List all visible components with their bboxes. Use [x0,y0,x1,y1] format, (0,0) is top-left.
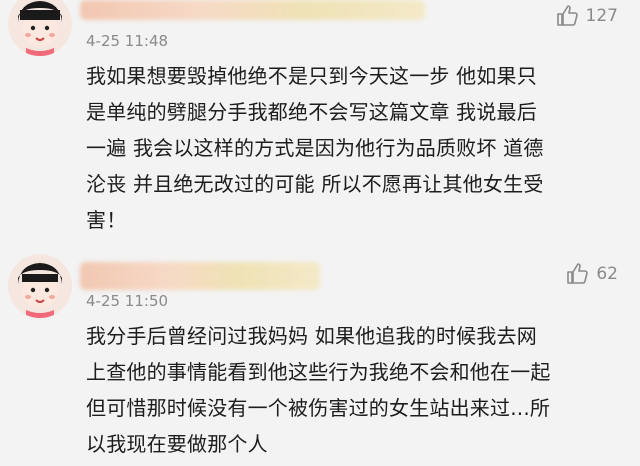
comment-line: 但可惜那时候没有一个被伤害过的女生站出来过...所 [86,396,551,420]
comment-line: 我如果想要毁掉他绝不是只到今天这一步 他如果只 [86,64,537,88]
like-button[interactable]: 62 [566,262,618,286]
comment-line: 以我现在要做那个人 [86,432,268,456]
avatar[interactable] [8,0,72,56]
comment-line: 沦丧 并且绝无改过的可能 所以不愿再让其他女生受 [86,172,544,196]
username-blurred[interactable] [80,262,320,290]
comment-line: 上查他的事情能看到他这些行为我绝不会和他在一起 [86,360,551,384]
thumbs-up-icon [556,5,578,26]
like-count: 62 [596,264,618,284]
comment-text: 我如果想要毁掉他绝不是只到今天这一步 他如果只 是单纯的劈腿分手我都绝不会写这篇… [86,58,600,238]
comment-line: 是单纯的劈腿分手我都绝不会写这篇文章 我说最后 [86,100,537,124]
comment-time: 4-25 11:50 [86,292,169,310]
comment-line: 害！ [86,208,127,232]
like-button[interactable]: 127 [556,4,618,28]
like-count: 127 [585,6,618,26]
avatar[interactable] [8,254,72,318]
avatar-image [8,0,72,56]
comment-line: 我分手后曾经问过我妈妈 如果他追我的时候我去网 [86,324,537,348]
username-blurred[interactable] [80,0,425,20]
comment-item: 127 4-25 11:48 我如果想要毁掉他绝不是只到今天这一步 他如果只 是… [0,0,640,240]
comment-line: 一遍 我会以这样的方式是因为他行为品质败坏 道德 [86,136,544,160]
comment-time: 4-25 11:48 [86,32,169,50]
avatar-image [8,254,72,318]
thumbs-up-icon [567,263,589,284]
comment-text: 我分手后曾经问过我妈妈 如果他追我的时候我去网 上查他的事情能看到他这些行为我绝… [86,318,600,462]
